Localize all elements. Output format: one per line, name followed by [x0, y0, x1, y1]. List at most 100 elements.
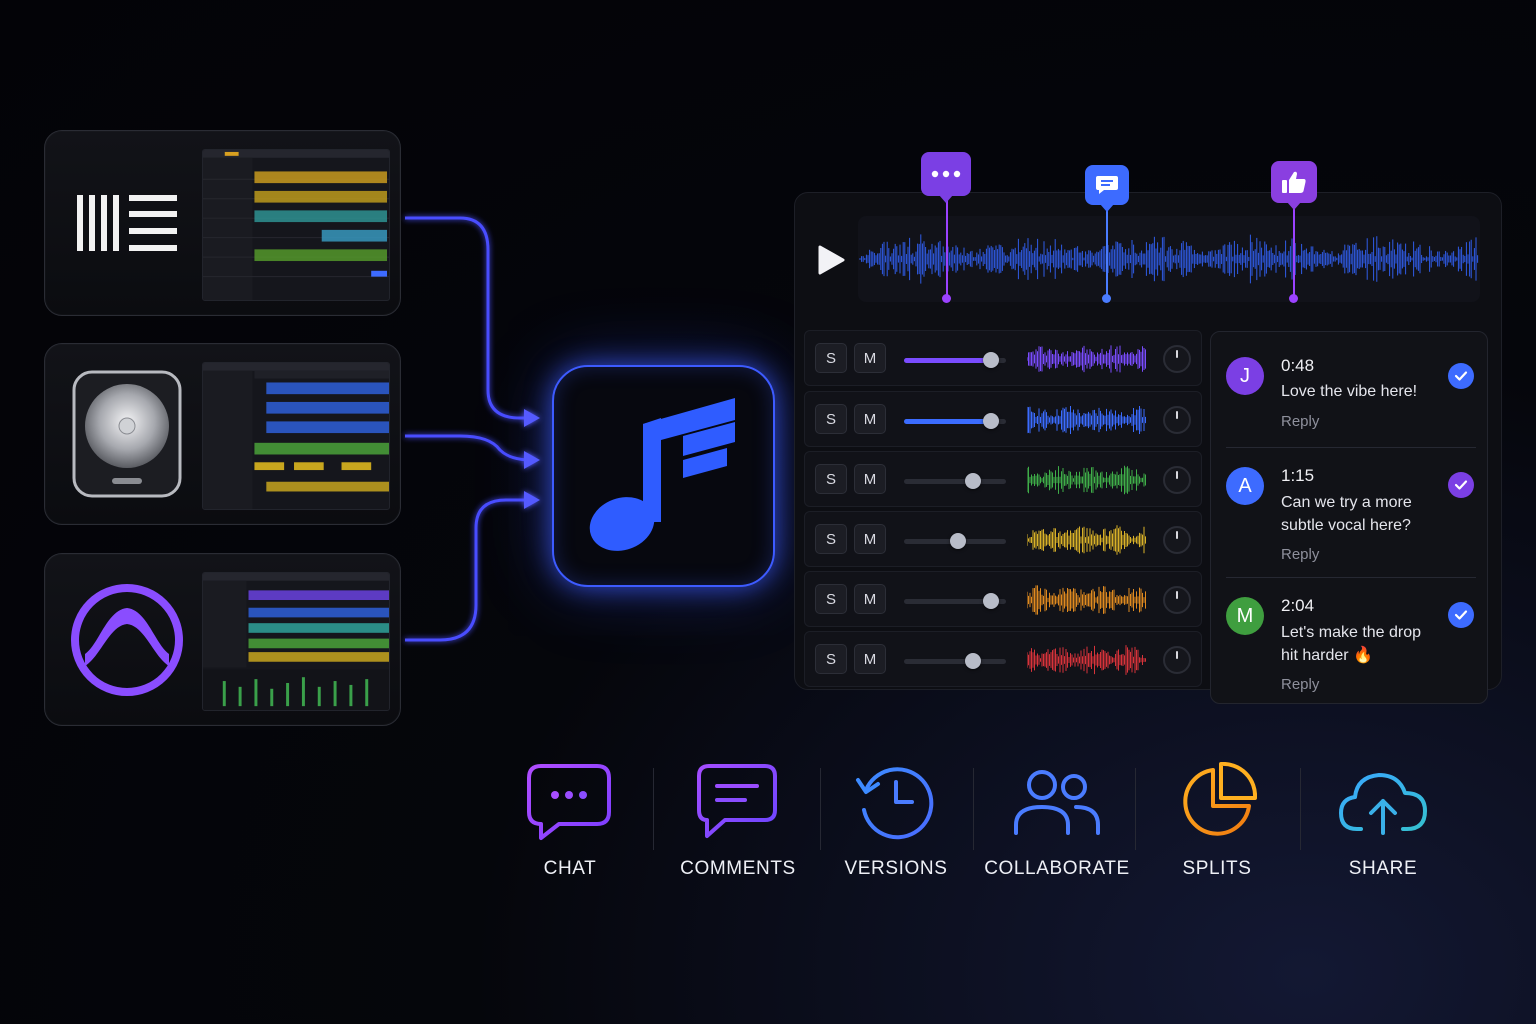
track-row: SM — [804, 330, 1202, 386]
music-note-icon — [589, 398, 735, 551]
comment-divider — [1226, 577, 1476, 578]
reply-link[interactable]: Reply — [1281, 676, 1319, 693]
track-waveform — [1027, 585, 1146, 615]
source-card-logic[interactable] — [44, 343, 401, 525]
feature-label: COMMENTS — [680, 858, 796, 879]
reply-link[interactable]: Reply — [1281, 413, 1319, 430]
source-card-pro-tools[interactable] — [44, 553, 401, 726]
mute-button[interactable]: M — [854, 404, 886, 434]
pie-chart-icon — [1142, 760, 1292, 844]
volume-slider-handle[interactable] — [965, 653, 982, 669]
message-icon[interactable] — [1085, 165, 1129, 205]
solo-button[interactable]: S — [815, 524, 847, 554]
volume-slider[interactable] — [904, 533, 1006, 549]
comment-text: Love the vibe here! — [1281, 383, 1418, 400]
cloud-upload-icon — [1308, 760, 1458, 844]
marker-line-comment — [1106, 208, 1108, 298]
pan-knob[interactable] — [1163, 586, 1191, 614]
play-icon[interactable] — [816, 244, 846, 276]
volume-slider-fill — [904, 419, 991, 424]
volume-slider-fill — [904, 599, 991, 604]
avatar: A — [1226, 467, 1264, 505]
comment-icon — [663, 760, 813, 844]
feature-divider — [653, 768, 654, 850]
track-row: SM — [804, 631, 1202, 687]
mute-button[interactable]: M — [854, 584, 886, 614]
feature-comments[interactable]: COMMENTS — [663, 760, 813, 880]
marker-line-chat — [946, 198, 948, 298]
logic-logo — [67, 370, 187, 498]
pan-knob[interactable] — [1163, 406, 1191, 434]
solo-button[interactable]: S — [815, 464, 847, 494]
marker-line-like — [1293, 205, 1295, 298]
track-waveform — [1027, 405, 1146, 435]
marker-dot-comment — [1102, 294, 1111, 303]
avatar: J — [1226, 357, 1264, 395]
marker-dot-like — [1289, 294, 1298, 303]
feature-label: VERSIONS — [844, 858, 948, 879]
feature-chat[interactable]: CHAT — [495, 760, 645, 880]
volume-slider[interactable] — [904, 593, 1006, 609]
daw-screenshot — [202, 362, 390, 510]
resolve-check-icon[interactable] — [1448, 472, 1474, 498]
track-row: SM — [804, 571, 1202, 627]
feature-label: SHARE — [1348, 858, 1418, 879]
pan-knob[interactable] — [1163, 466, 1191, 494]
comment-text: Can we try a more subtle vocal here? — [1281, 494, 1412, 534]
chat-bubble-icon — [495, 760, 645, 844]
volume-slider-handle[interactable] — [982, 593, 999, 609]
volume-slider[interactable] — [904, 352, 1006, 368]
volume-slider-handle[interactable] — [982, 413, 999, 429]
solo-button[interactable]: S — [815, 404, 847, 434]
comment-timestamp[interactable]: 0:48 — [1281, 356, 1314, 376]
mute-button[interactable]: M — [854, 644, 886, 674]
track-waveform — [1027, 465, 1146, 495]
mute-button[interactable]: M — [854, 343, 886, 373]
track-waveform — [1027, 525, 1146, 555]
resolve-check-icon[interactable] — [1448, 363, 1474, 389]
users-icon — [982, 760, 1132, 844]
pan-knob[interactable] — [1163, 345, 1191, 373]
daw-screenshot — [202, 149, 390, 301]
comment-timestamp[interactable]: 1:15 — [1281, 466, 1314, 486]
ableton-logo — [67, 163, 187, 283]
track-row: SM — [804, 391, 1202, 447]
solo-button[interactable]: S — [815, 644, 847, 674]
feature-splits[interactable]: SPLITS — [1142, 760, 1292, 880]
volume-slider-handle[interactable] — [965, 473, 982, 489]
volume-slider[interactable] — [904, 653, 1006, 669]
volume-slider-handle[interactable] — [950, 533, 967, 549]
track-row: SM — [804, 451, 1202, 507]
volume-slider-fill — [904, 659, 973, 664]
resolve-check-icon[interactable] — [1448, 602, 1474, 628]
feature-versions[interactable]: VERSIONS — [821, 760, 971, 880]
feature-divider — [1300, 768, 1301, 850]
pan-knob[interactable] — [1163, 646, 1191, 674]
feature-label: SPLITS — [1182, 858, 1252, 879]
app-hub[interactable] — [552, 365, 775, 587]
pan-knob[interactable] — [1163, 526, 1191, 554]
volume-slider[interactable] — [904, 473, 1006, 489]
comments-panel: J 0:48 Love the vibe here! Reply A 1:15 … — [1210, 331, 1488, 704]
master-waveform[interactable] — [858, 216, 1480, 302]
solo-button[interactable]: S — [815, 343, 847, 373]
solo-button[interactable]: S — [815, 584, 847, 614]
feature-divider — [1135, 768, 1136, 850]
volume-slider-fill — [904, 358, 991, 363]
mute-button[interactable]: M — [854, 524, 886, 554]
ellipsis-chat-icon[interactable] — [921, 152, 971, 196]
feature-collaborate[interactable]: COLLABORATE — [982, 760, 1132, 880]
source-card-ableton[interactable] — [44, 130, 401, 316]
volume-slider[interactable] — [904, 413, 1006, 429]
daw-screenshot — [202, 572, 390, 711]
mute-button[interactable]: M — [854, 464, 886, 494]
feature-share[interactable]: SHARE — [1308, 760, 1458, 880]
volume-slider-handle[interactable] — [982, 352, 999, 368]
volume-slider-fill — [904, 479, 973, 484]
history-clock-icon — [821, 760, 971, 844]
comment-timestamp[interactable]: 2:04 — [1281, 596, 1314, 616]
track-waveform — [1027, 645, 1146, 675]
reply-link[interactable]: Reply — [1281, 546, 1319, 563]
thumbs-up-icon[interactable] — [1271, 161, 1317, 203]
track-waveform — [1027, 345, 1146, 373]
